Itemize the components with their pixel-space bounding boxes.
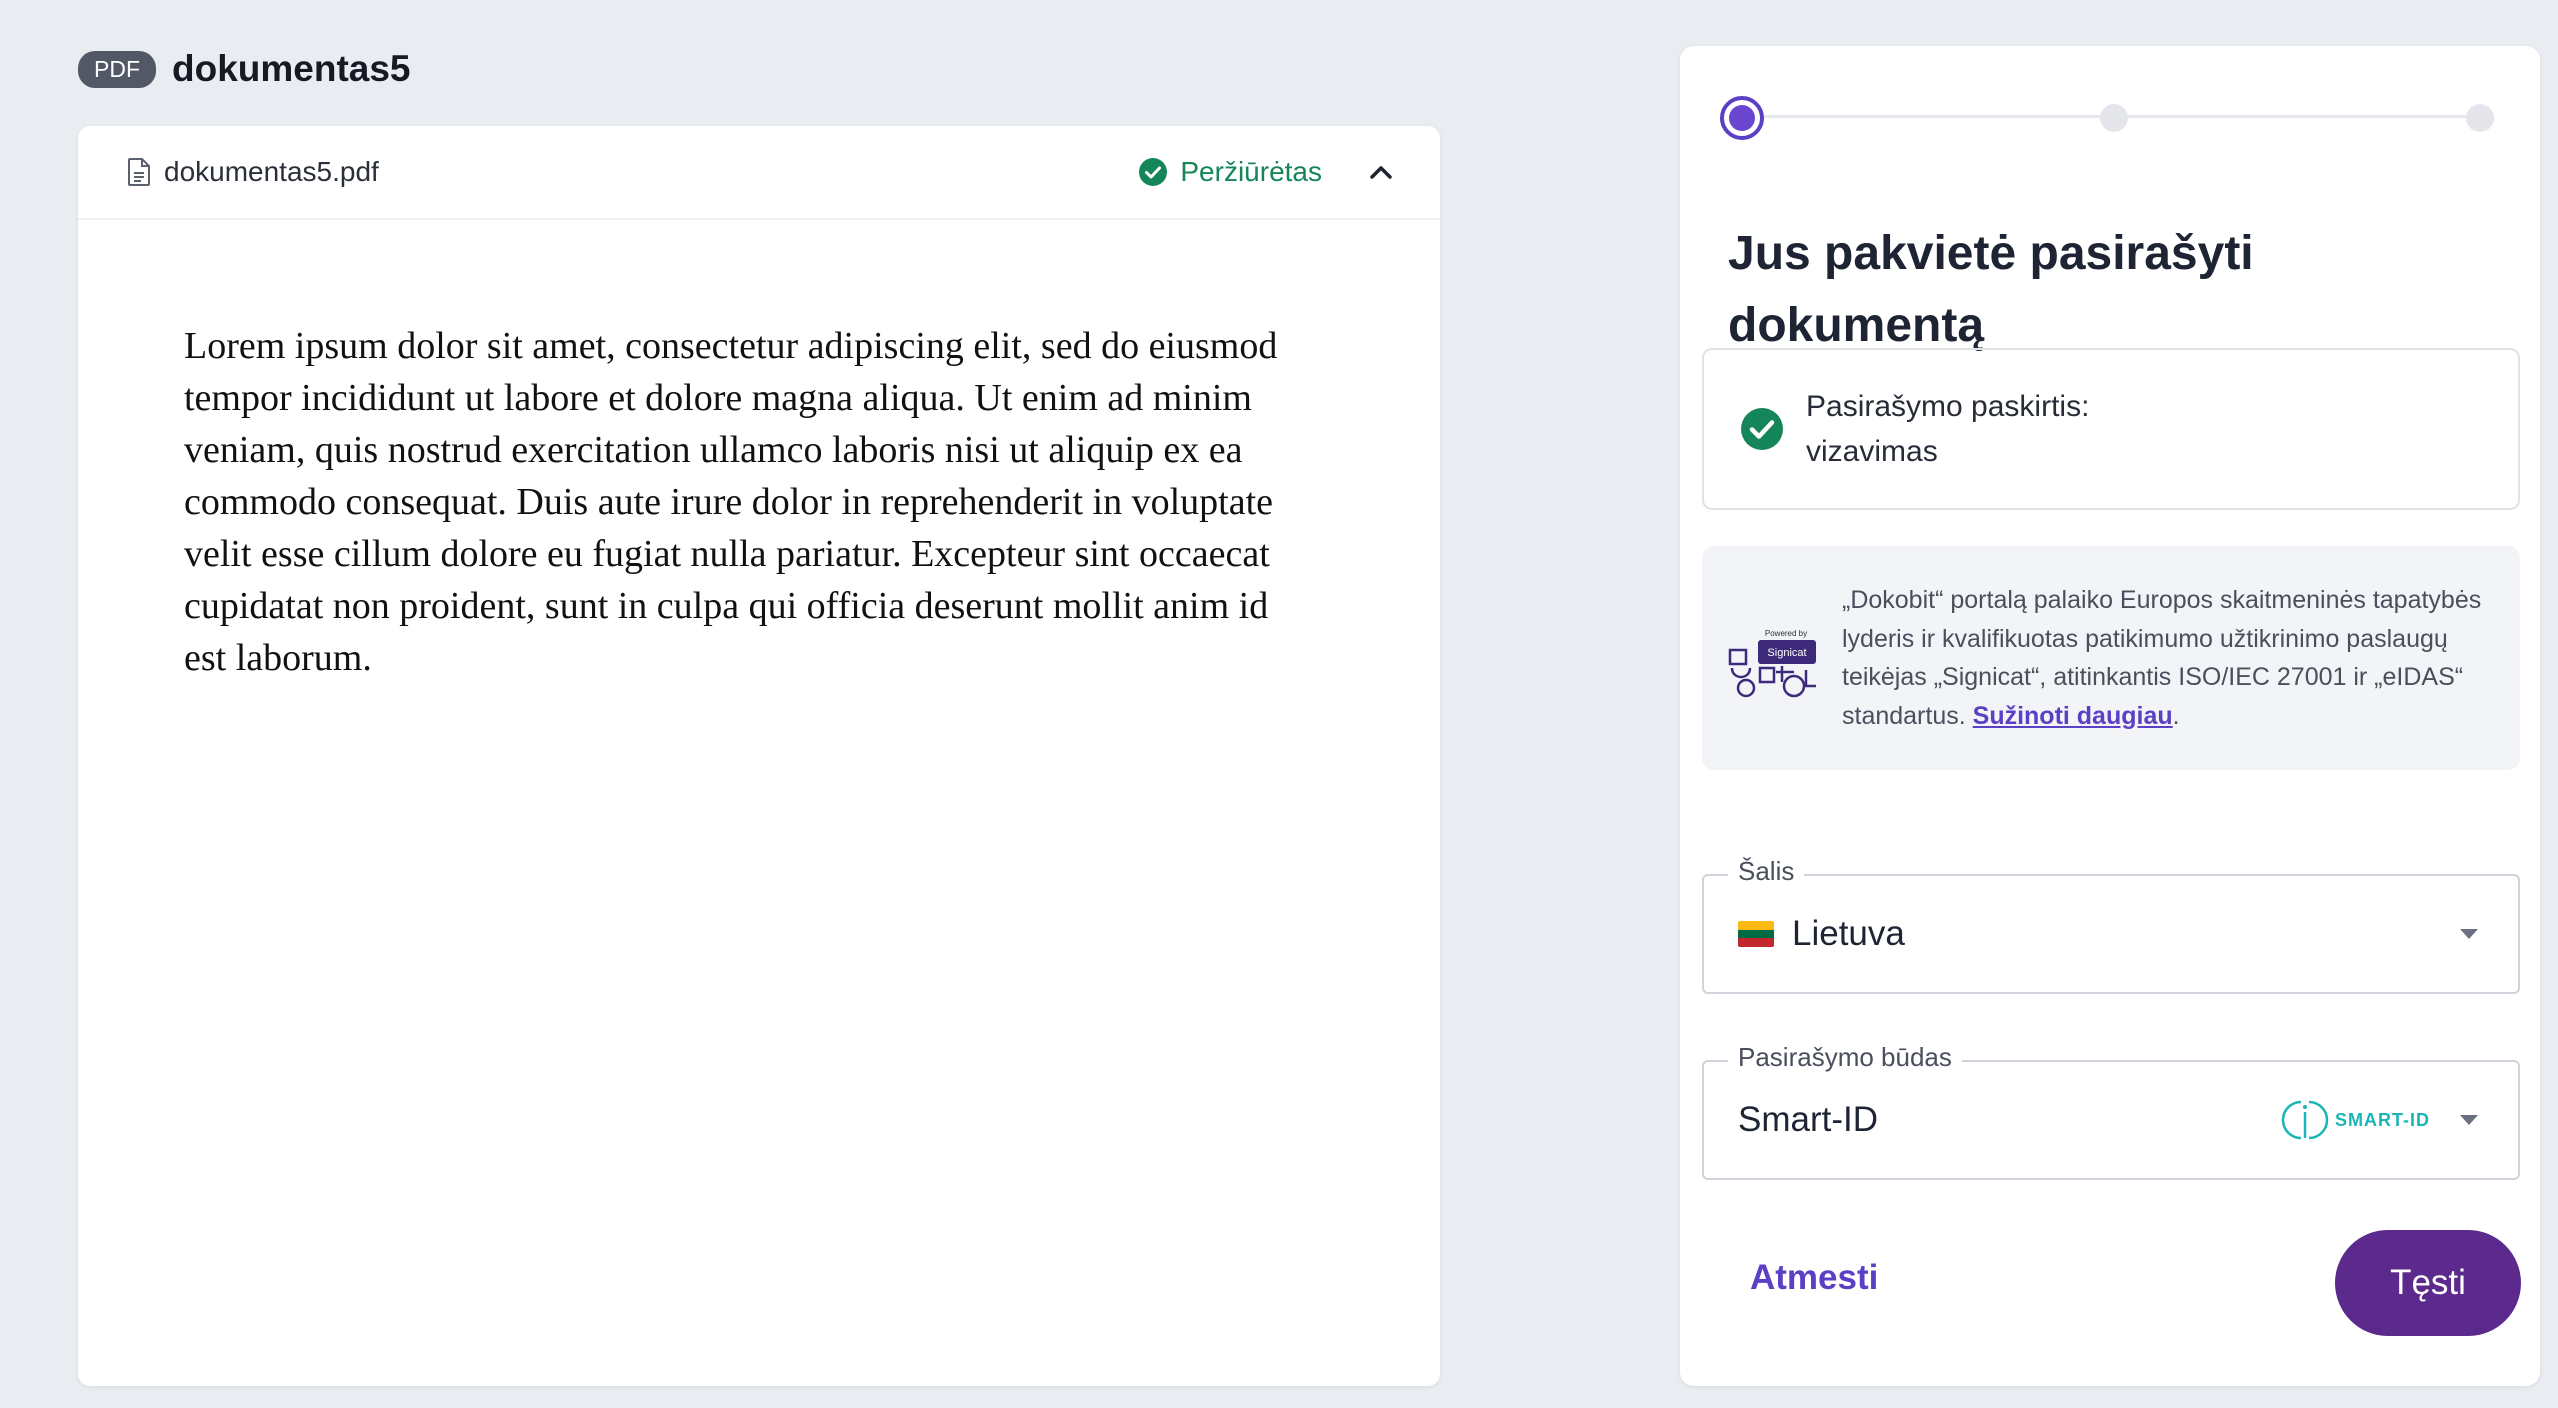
smart-id-icon xyxy=(2281,1100,2329,1140)
country-label: Šalis xyxy=(1728,856,1805,887)
chevron-up-icon[interactable] xyxy=(1366,157,1396,187)
signing-method-select[interactable]: Pasirašymo būdas Smart-ID SMART-ID xyxy=(1702,1042,2520,1180)
reject-button[interactable]: Atmesti xyxy=(1750,1258,1878,1298)
check-circle-icon xyxy=(1741,408,1783,450)
step-3 xyxy=(2466,104,2494,132)
document-content: Lorem ipsum dolor sit amet, consectetur … xyxy=(184,325,1278,679)
signicat-info-text: „Dokobit“ portalą palaiko Europos skaitm… xyxy=(1842,581,2490,735)
check-circle-icon xyxy=(1139,158,1168,186)
signicat-info-box: Powered by Signicat „Dokobit“ portalą pa… xyxy=(1702,546,2520,770)
step-1-active xyxy=(1720,96,1764,140)
country-select[interactable]: Šalis Lietuva xyxy=(1702,856,2520,994)
file-icon xyxy=(128,158,150,186)
file-bar: dokumentas5.pdf Peržiūrėtas xyxy=(78,126,1440,220)
smart-id-logo-text: SMART-ID xyxy=(2335,1109,2430,1130)
viewed-status-label: Peržiūrėtas xyxy=(1180,156,1322,187)
signing-purpose-value: vizavimas xyxy=(1806,435,1938,468)
logo-caption: Powered by xyxy=(1765,629,1807,638)
panel-title: Jus pakvietė pasirašyti dokumentą xyxy=(1728,227,2254,352)
caret-down-icon xyxy=(2460,1115,2478,1125)
signicat-logo-icon: Powered by Signicat xyxy=(1728,629,1816,698)
viewed-status: Peržiūrėtas xyxy=(1138,156,1322,188)
logo-name: Signicat xyxy=(1767,647,1806,659)
signing-purpose-box: Pasirašymo paskirtis: vizavimas xyxy=(1702,348,2520,510)
step-2 xyxy=(2100,104,2128,132)
info-suffix: . xyxy=(2172,701,2180,730)
document-header: PDF dokumentas5 xyxy=(78,48,411,90)
stepper xyxy=(1720,96,2496,140)
signing-panel: Jus pakvietė pasirašyti dokumentą Pasira… xyxy=(1680,46,2540,1386)
signing-method-label: Pasirašymo būdas xyxy=(1728,1042,1962,1073)
pdf-badge: PDF xyxy=(78,50,156,88)
signing-purpose-label: Pasirašymo paskirtis: xyxy=(1806,390,2090,423)
document-title: dokumentas5 xyxy=(172,48,411,89)
signing-method-value: Smart-ID xyxy=(1738,1100,1878,1139)
file-name: dokumentas5.pdf xyxy=(164,156,379,187)
country-value: Lietuva xyxy=(1792,914,1905,953)
continue-button[interactable]: Tęsti xyxy=(2335,1230,2521,1336)
signing-purpose: Pasirašymo paskirtis: vizavimas xyxy=(1806,384,2089,474)
caret-down-icon xyxy=(2460,929,2478,939)
learn-more-link[interactable]: Sužinoti daugiau xyxy=(1973,702,2173,730)
document-viewer: dokumentas5.pdf Peržiūrėtas Lorem ipsum … xyxy=(78,126,1440,1386)
lithuania-flag-icon xyxy=(1738,921,1774,947)
smart-id-logo: SMART-ID xyxy=(2281,1096,2430,1144)
